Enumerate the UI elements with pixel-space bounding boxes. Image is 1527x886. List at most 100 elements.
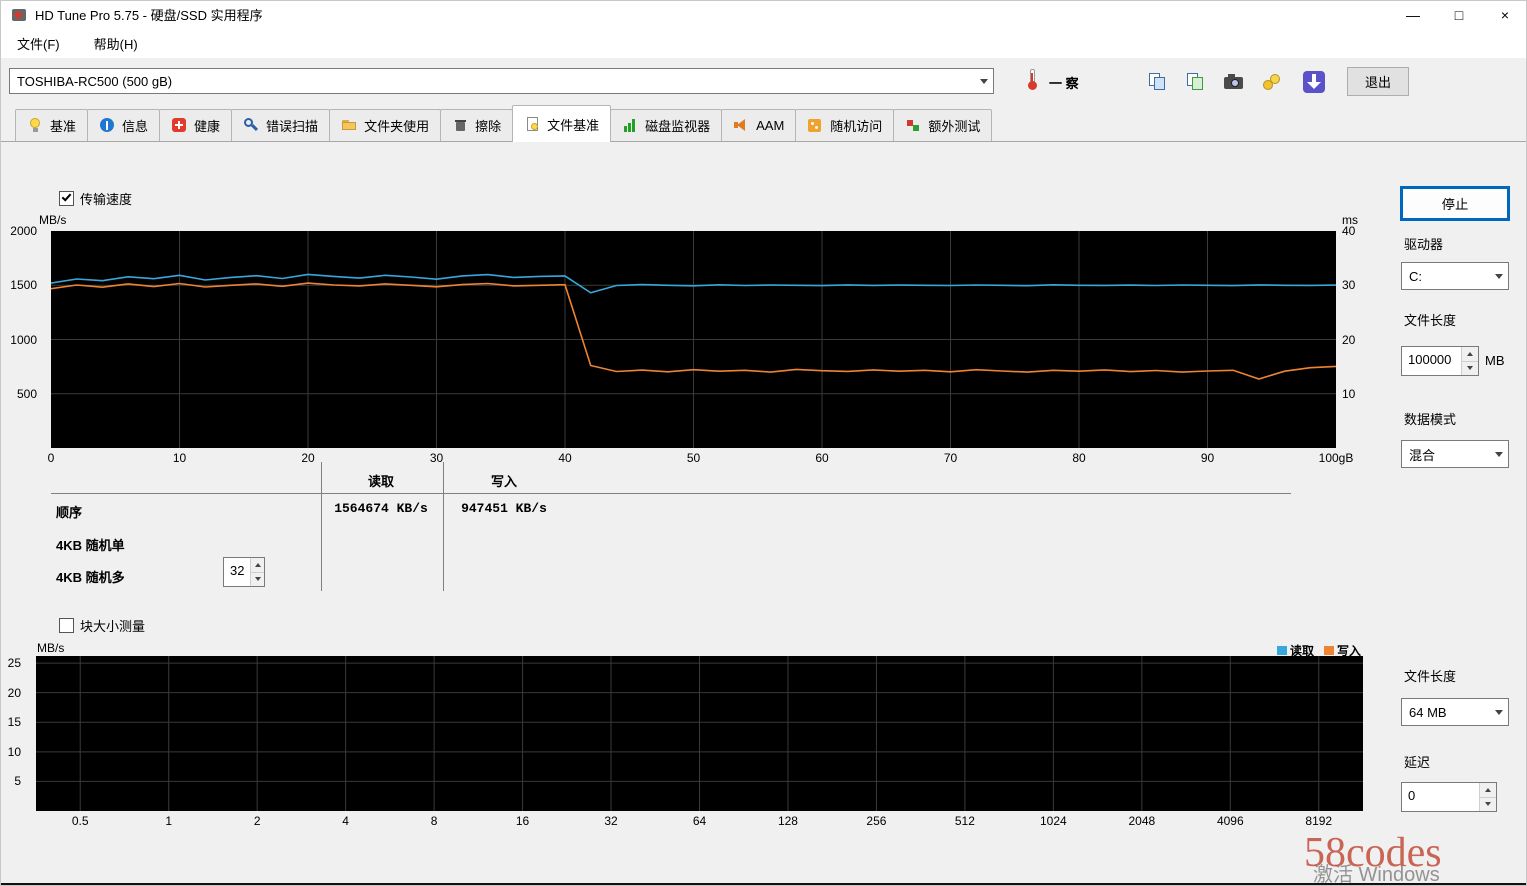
write-header: 写入 [490, 474, 517, 489]
download-arrow-icon [1303, 70, 1325, 93]
axis-tick-label: 20 [301, 451, 315, 465]
axis-tick-label: 1000 [10, 332, 37, 347]
extra-tests-icon [905, 117, 922, 134]
tab-health[interactable]: 健康 [159, 109, 233, 141]
data-mode-value: 混合 [1409, 447, 1436, 463]
block-size-checkbox[interactable]: 块大小测量 [59, 616, 145, 635]
copy-text-button[interactable] [1141, 66, 1175, 97]
axis-tick-label: 128 [777, 814, 798, 828]
spinner-up-icon[interactable] [1462, 347, 1478, 362]
data-mode-combo[interactable]: 混合 [1401, 440, 1509, 468]
checkbox-box [59, 191, 74, 206]
tab-file-benchmark[interactable]: 文件基准 [512, 105, 612, 142]
axis-tick-label: 256 [866, 814, 887, 828]
axis-tick-label: 100gB [1318, 451, 1354, 465]
tab-error-scan[interactable]: 错误扫描 [231, 109, 331, 141]
maximize-button[interactable]: □ [1436, 1, 1482, 28]
file-length-value: 100000 [1408, 352, 1452, 367]
axis-tick-label: 30 [429, 451, 444, 465]
save-results-button[interactable] [1255, 66, 1289, 97]
legend-write-swatch [1324, 646, 1335, 655]
screenshot-button[interactable] [1217, 66, 1251, 97]
file-length-combo[interactable]: 64 MB [1401, 698, 1509, 726]
tab-label: 基准 [50, 119, 77, 134]
chevron-down-icon [1490, 441, 1508, 467]
tab-label: AAM [756, 118, 785, 133]
block-chart-y-axis: 5 10 15 20 25 [1, 656, 31, 811]
read-header: 读取 [367, 474, 394, 489]
tab-folder-usage[interactable]: 文件夹使用 [329, 109, 442, 141]
drive-combo[interactable]: C: [1401, 262, 1509, 290]
data-mode-label: 数据模式 [1404, 412, 1457, 427]
menu-help[interactable]: 帮助(H) [90, 32, 142, 55]
tab-disk-monitor[interactable]: 磁盘监视器 [610, 109, 723, 141]
axis-tick-label: 50 [686, 451, 701, 465]
spinner-down-icon[interactable] [1462, 361, 1478, 375]
tab-aam[interactable]: AAM [721, 109, 797, 141]
tab-random-access[interactable]: 随机访问 [795, 109, 895, 141]
speaker-icon [733, 117, 750, 134]
minimize-button[interactable]: — [1390, 1, 1436, 28]
spinner-up-icon[interactable] [1480, 783, 1496, 798]
axis-tick-label: 20 [1342, 332, 1356, 347]
spinner-down-icon[interactable] [1480, 797, 1496, 811]
spinner-buttons[interactable] [1461, 347, 1478, 375]
chevron-down-icon [1490, 699, 1508, 725]
copy-image-button[interactable] [1179, 66, 1213, 97]
axis-tick-label: 30 [1342, 278, 1356, 293]
update-button[interactable] [1297, 66, 1331, 97]
block-chart-x-axis: 0.5 1 2 4 8 16 32 64 128 256 512 1024 2048 4096 8192 [36, 814, 1363, 830]
axis-tick-label: 2000 [10, 224, 37, 238]
axis-tick-label: 4 [342, 814, 349, 828]
spinner-buttons[interactable] [250, 558, 264, 586]
drive-select-value: TOSHIBA-RC500 (500 gB) [17, 73, 173, 89]
latency-value: 0 [1408, 788, 1416, 803]
transfer-speed-checkbox[interactable]: 传输速度 [59, 189, 132, 208]
axis-tick-label: 1024 [1040, 814, 1067, 828]
latency-spinner[interactable]: 0 [1401, 782, 1497, 812]
window-title: HD Tune Pro 5.75 - 硬盘/SSD 实用程序 [35, 8, 263, 23]
axis-tick-label: 10 [7, 744, 21, 759]
block-size-measurement-plot [36, 656, 1363, 811]
y-axis-unit-left: MB/s [39, 213, 67, 227]
app-icon [11, 7, 27, 23]
file-length-spinner[interactable]: 100000 [1401, 346, 1479, 376]
file-length-combo-value: 64 MB [1409, 704, 1447, 720]
tab-label: 随机访问 [830, 119, 883, 134]
results-divider [51, 493, 1291, 494]
row-sequential-label: 顺序 [56, 505, 83, 520]
row-4kb-multi-label: 4KB 随机多 [56, 570, 125, 585]
stop-button[interactable]: 停止 [1400, 186, 1510, 221]
tab-benchmark[interactable]: 基准 [15, 109, 89, 141]
drive-label: 驱动器 [1404, 237, 1444, 252]
info-icon [99, 117, 116, 134]
spinner-down-icon[interactable] [251, 572, 264, 586]
spinner-buttons[interactable] [1479, 783, 1496, 811]
drive-select[interactable]: TOSHIBA-RC500 (500 gB) [9, 68, 994, 94]
axis-tick-label: 90 [1200, 451, 1215, 465]
close-button[interactable]: × [1482, 1, 1526, 28]
axis-tick-label: 60 [815, 451, 829, 465]
file-length-label: 文件长度 [1404, 313, 1457, 328]
temperature-value: 一 察 [1049, 76, 1079, 91]
axis-tick-label: 10 [1342, 386, 1356, 401]
tab-erase[interactable]: 擦除 [440, 109, 514, 141]
axis-tick-label: 0.5 [71, 814, 89, 828]
titlebar: HD Tune Pro 5.75 - 硬盘/SSD 实用程序 — □ × [1, 1, 1526, 28]
spinner-up-icon[interactable] [251, 558, 264, 573]
tab-label: 健康 [194, 119, 221, 134]
exit-button[interactable]: 退出 [1347, 67, 1409, 96]
menu-file[interactable]: 文件(F) [13, 32, 64, 55]
axis-tick-label: 512 [954, 814, 975, 828]
block-size-label: 块大小测量 [80, 619, 146, 634]
queue-depth-spinner[interactable]: 32 [223, 557, 265, 587]
tab-info[interactable]: 信息 [87, 109, 161, 141]
checkbox-box [59, 618, 74, 633]
file-length-label-2: 文件长度 [1404, 669, 1457, 684]
axis-tick-label: 15 [7, 715, 21, 730]
camera-icon [1223, 71, 1245, 93]
axis-tick-label: 40 [558, 451, 572, 465]
tab-extra-tests[interactable]: 额外测试 [893, 109, 993, 141]
coins-icon [1261, 71, 1283, 93]
copy-icon [1147, 71, 1169, 93]
